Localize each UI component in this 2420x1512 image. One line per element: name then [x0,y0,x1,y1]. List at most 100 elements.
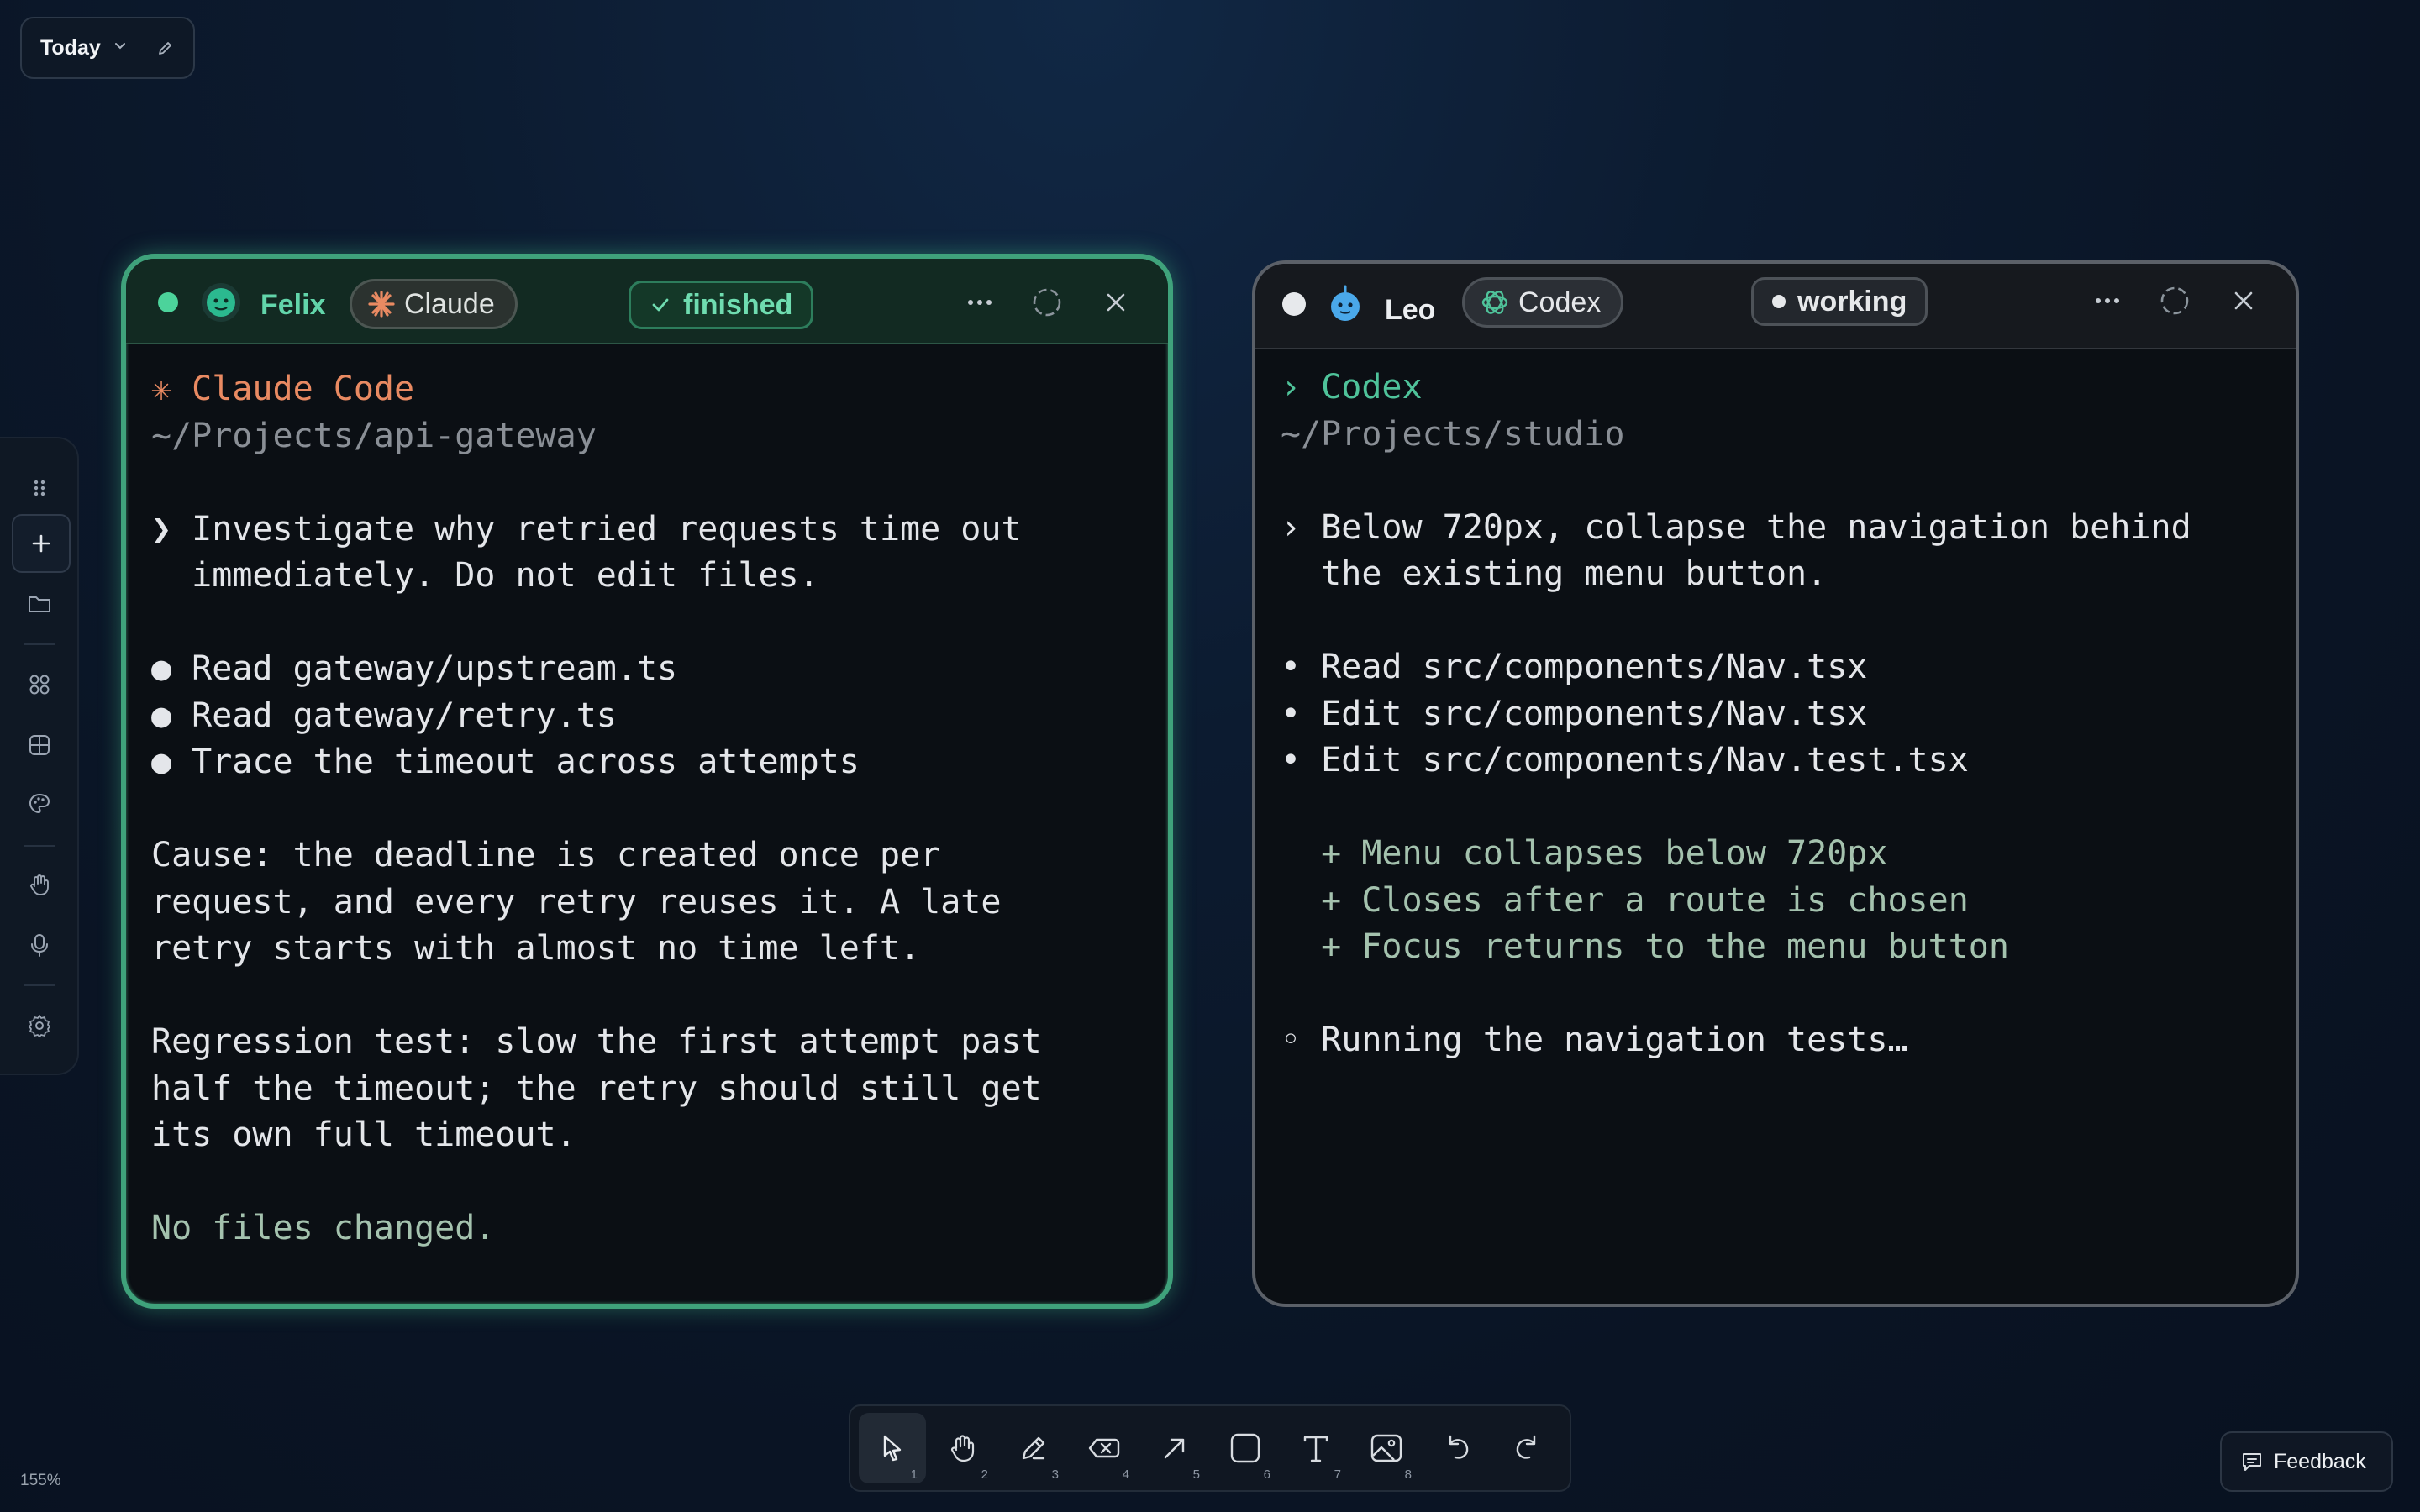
terminal-line: the existing menu button. [1281,554,1828,593]
pencil-icon [1022,1436,1045,1460]
terminal-line: ✳ Claude Code [151,370,415,408]
image-icon [1370,1434,1402,1462]
model-chip-label: Claude [404,287,495,320]
terminal-line: Regression test: slow the first attempt … [151,1022,1042,1061]
terminal-line: immediately. Do not edit files. [151,556,819,595]
edit-icon[interactable] [156,39,175,57]
terminal-output[interactable]: ✳ Claude Code ~/Projects/api-gateway ❯ Inv… [126,344,1168,1304]
chevron-down-icon [113,38,128,58]
terminal-line: retry starts with almost no time left. [151,929,921,968]
model-chip[interactable]: Claude [350,279,518,329]
agent-name: Felix [260,289,326,321]
codex-icon [1481,291,1508,314]
status-badge: finished [629,281,814,329]
model-chip-label: Codex [1518,286,1602,318]
folder-icon[interactable] [12,576,67,632]
focus-icon[interactable] [2158,284,2191,318]
zoom-level: 155% [20,1472,61,1489]
terminal-line: ◦ Running the navigation tests… [1281,1021,1908,1059]
tool-shortcut: 6 [1263,1467,1270,1482]
eraser-icon [1088,1438,1120,1458]
terminal-output[interactable]: › Codex ~/Projects/studio › Below 720px, c… [1255,343,2296,1304]
window-titlebar[interactable]: Felix Claude finished [126,259,1168,344]
redo-button[interactable] [1494,1413,1561,1483]
image-tool[interactable]: 8 [1353,1413,1420,1483]
terminal-window-felix[interactable]: Felix Claude finished ✳ Claude Code ~/Pro… [121,254,1173,1309]
arrow-tool[interactable]: 5 [1141,1413,1208,1483]
focus-icon[interactable] [1030,286,1064,319]
components-icon[interactable] [12,657,67,712]
terminal-line: + Closes after a route is chosen [1281,880,1969,920]
terminal-window-leo[interactable]: Leo Codex working › Codex ~/Projects/stud… [1252,260,2299,1307]
divider [24,845,55,847]
text-tool[interactable]: 7 [1282,1413,1349,1483]
terminal-line: • Edit src/components/Nav.test.tsx [1281,741,1969,780]
status-dot [158,292,178,312]
microphone-icon[interactable] [12,917,67,973]
terminal-line: Cause: the deadline is created once per [151,836,941,874]
tool-shortcut: 8 [1404,1467,1412,1482]
close-icon[interactable] [2227,284,2260,318]
text-icon [1303,1436,1328,1462]
date-label: Today [40,35,101,60]
agent-name: Leo [1385,294,1436,326]
cursor-icon [883,1435,902,1462]
terminal-line: ● Read gateway/retry.ts [151,696,617,735]
terminal-line: ~/Projects/api-gateway [151,416,597,455]
model-chip[interactable]: Codex [1462,277,1624,328]
eraser-tool[interactable]: 4 [1071,1413,1138,1483]
tool-shortcut: 2 [981,1467,988,1482]
status-badge: working [1751,277,1928,326]
terminal-line: request, and every retry reuses it. A la… [151,882,1002,921]
rectangle-tool[interactable]: 6 [1212,1413,1279,1483]
terminal-line: › Codex [1281,368,1423,407]
bottom-toolbar: 1 2 3 4 5 6 7 8 [849,1404,1571,1492]
terminal-line: ● Read gateway/upstream.ts [151,649,678,688]
avatar [1326,285,1365,323]
status-label: working [1797,285,1907,318]
left-toolbar [0,437,79,1075]
terminal-line: • Edit src/components/Nav.tsx [1281,694,1868,733]
more-icon[interactable] [2091,284,2124,318]
terminal-line: No files changed. [151,1209,496,1247]
more-icon[interactable] [963,286,997,319]
terminal-line: ● Trace the timeout across attempts [151,743,860,781]
terminal-line: • Read src/components/Nav.tsx [1281,648,1868,686]
window-titlebar[interactable]: Leo Codex working [1255,264,2296,349]
arrow-icon [1164,1438,1185,1459]
divider [24,643,55,645]
palette-icon[interactable] [12,776,67,832]
plus-icon[interactable] [12,514,71,573]
terminal-line: › Below 720px, collapse the navigation b… [1281,507,2191,547]
divider [24,984,55,986]
claude-icon [368,291,395,318]
tool-shortcut: 4 [1122,1467,1129,1482]
terminal-line: half the timeout; the retry should still… [151,1068,1042,1108]
close-icon[interactable] [1099,286,1133,319]
select-tool[interactable]: 1 [859,1413,926,1483]
settings-icon[interactable] [12,998,67,1053]
hand-tool[interactable]: 2 [929,1413,997,1483]
pencil-tool[interactable]: 3 [1000,1413,1067,1483]
redo-icon [1516,1435,1536,1459]
working-dot-icon [1772,295,1786,308]
tool-shortcut: 5 [1192,1467,1200,1482]
hand-icon[interactable] [12,857,67,912]
terminal-line: ~/Projects/studio [1281,414,1625,454]
avatar [202,283,240,322]
status-label: finished [683,288,793,321]
grid-icon[interactable] [12,717,67,773]
hand-icon [950,1435,975,1462]
feedback-button[interactable]: Feedback [2220,1431,2393,1492]
grip-icon[interactable] [12,460,67,516]
tool-shortcut: 7 [1334,1467,1341,1482]
undo-button[interactable] [1423,1413,1491,1483]
date-selector[interactable]: Today [20,17,195,79]
